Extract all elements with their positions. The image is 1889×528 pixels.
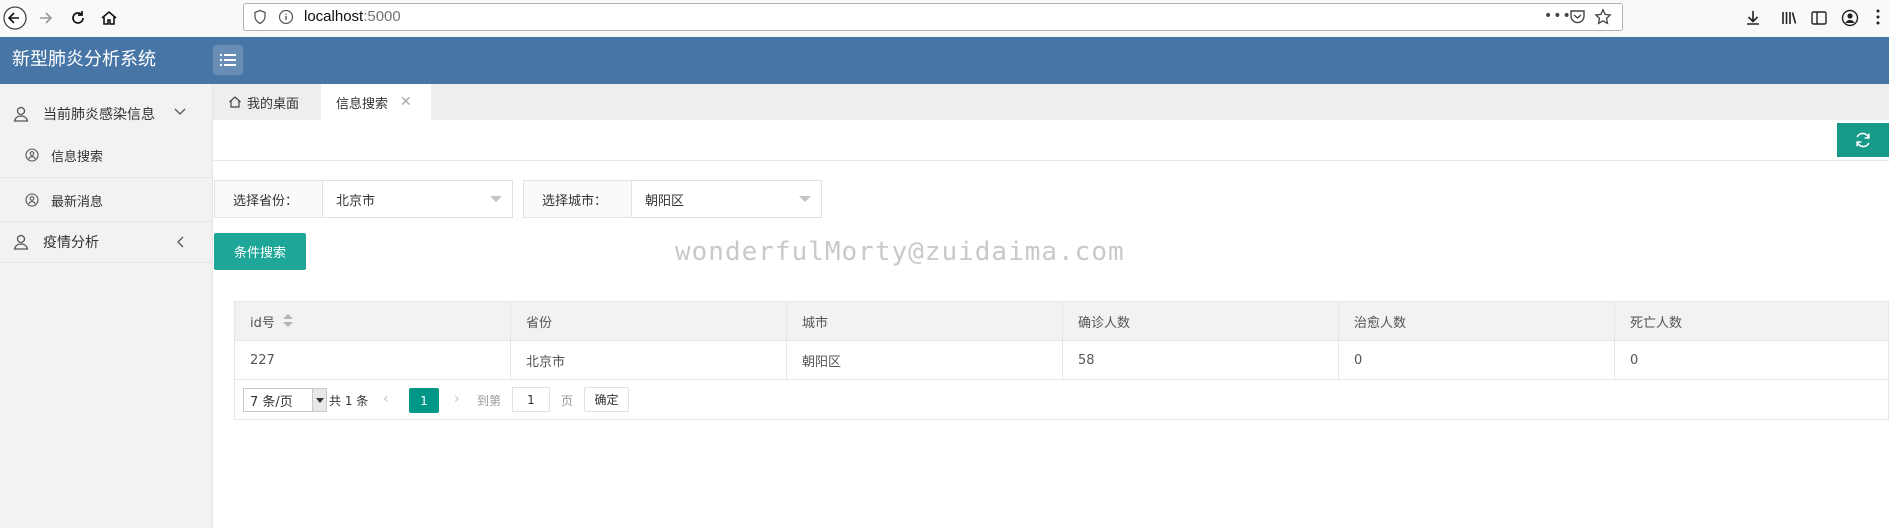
sidebar-item-info-search[interactable]: 信息搜索	[0, 137, 213, 173]
home-icon	[228, 95, 242, 109]
site-info-icon[interactable]	[278, 9, 294, 25]
sort-icon[interactable]	[282, 314, 293, 328]
app-title: 新型肺炎分析系统	[12, 49, 156, 70]
sidebar-item-label: 信息搜索	[51, 149, 104, 165]
divider	[213, 160, 1889, 161]
province-select[interactable]: 北京市	[323, 181, 512, 217]
province-label: 选择省份：	[215, 181, 323, 217]
app-header	[0, 37, 1889, 84]
chevron-down-icon	[799, 196, 811, 202]
sidebar-toggle-icon[interactable]	[1810, 9, 1828, 27]
downloads-icon[interactable]	[1744, 9, 1762, 27]
table-cell: 0	[1339, 341, 1615, 379]
province-value: 北京市	[336, 193, 376, 209]
account-icon[interactable]	[1841, 9, 1859, 27]
city-label: 选择城市：	[524, 181, 632, 217]
user-circle-icon	[25, 148, 39, 162]
home-icon[interactable]	[94, 3, 124, 33]
tab-info-search[interactable]: 信息搜索 ✕	[321, 84, 431, 120]
url-bar[interactable]: localhost:5000 •••	[243, 3, 1623, 31]
table-cell: 58	[1063, 341, 1339, 379]
condition-search-button[interactable]: 条件搜索	[214, 233, 306, 270]
tab-bar	[213, 84, 1889, 120]
page-size-value: 7 条/页	[250, 394, 293, 410]
sidebar-item-label: 最新消息	[51, 194, 104, 210]
column-header-province: 省份	[511, 302, 787, 340]
close-icon[interactable]: ✕	[400, 94, 412, 110]
column-header-city: 城市	[787, 302, 1063, 340]
chevron-down-icon	[490, 196, 502, 202]
column-header-confirmed: 确诊人数	[1063, 302, 1339, 340]
pocket-icon[interactable]	[1569, 9, 1586, 25]
tab-label: 信息搜索	[336, 96, 389, 112]
library-icon[interactable]	[1780, 9, 1798, 27]
chevron-down-icon	[312, 389, 326, 411]
user-icon	[12, 105, 30, 123]
page-label: 页	[561, 394, 574, 408]
tracking-protection-icon[interactable]	[252, 9, 268, 25]
sidebar-group-epidemic-analysis[interactable]: 疫情分析	[0, 224, 213, 260]
city-filter: 选择城市： 朝阳区	[523, 180, 822, 218]
table-header: id号 省份 城市 确诊人数 治愈人数 死亡人数	[235, 302, 1888, 341]
table-cell: 北京市	[511, 341, 787, 379]
table-cell: 朝阳区	[787, 341, 1063, 379]
page-size-select[interactable]: 7 条/页	[243, 388, 327, 412]
watermark: wonderfulMorty@zuidaima.com	[675, 237, 1125, 267]
data-table: id号 省份 城市 确诊人数 治愈人数 死亡人数 227 北京市 朝阳区 58 …	[234, 301, 1889, 420]
prev-page-icon[interactable]: ‹	[383, 391, 389, 407]
user-circle-icon	[25, 193, 39, 207]
tab-my-desktop[interactable]: 我的桌面	[214, 84, 320, 120]
refresh-button[interactable]	[1837, 123, 1889, 157]
city-select[interactable]: 朝阳区	[632, 181, 821, 217]
total-count: 共 1 条	[329, 394, 369, 408]
table-cell: 227	[235, 341, 511, 379]
chevron-left-icon	[176, 236, 184, 248]
sidebar-group-label: 疫情分析	[43, 235, 99, 251]
user-icon	[12, 233, 30, 251]
current-page[interactable]: 1	[409, 388, 439, 413]
sidebar-group-infection-info[interactable]: 当前肺炎感染信息	[0, 96, 213, 132]
chevron-down-icon	[174, 108, 186, 116]
province-filter: 选择省份： 北京市	[214, 180, 513, 218]
divider	[0, 221, 213, 222]
pagination: 7 条/页 共 1 条 ‹ 1 › 到第 1 页 确定	[235, 380, 1888, 420]
divider	[0, 177, 213, 178]
city-value: 朝阳区	[645, 193, 685, 209]
back-icon[interactable]	[0, 3, 30, 33]
page-actions-icon[interactable]: •••	[1544, 8, 1572, 24]
forward-icon[interactable]	[31, 3, 61, 33]
menu-toggle-button[interactable]	[213, 45, 243, 75]
next-page-icon[interactable]: ›	[454, 391, 460, 407]
list-icon	[220, 54, 236, 66]
goto-label: 到第	[477, 394, 502, 408]
tab-label: 我的桌面	[247, 96, 300, 112]
column-header-id[interactable]: id号	[235, 302, 511, 340]
bookmark-star-icon[interactable]	[1594, 8, 1612, 26]
refresh-icon	[1856, 132, 1870, 148]
reload-icon[interactable]	[63, 3, 93, 33]
confirm-button[interactable]: 确定	[584, 387, 629, 412]
menu-overflow-icon[interactable]	[1876, 8, 1880, 25]
column-header-cured: 治愈人数	[1339, 302, 1615, 340]
table-cell: 0	[1630, 352, 1639, 368]
column-header-deaths: 死亡人数	[1630, 315, 1683, 331]
url-text: localhost:5000	[304, 8, 401, 25]
sidebar-item-latest-news[interactable]: 最新消息	[0, 182, 213, 218]
table-row[interactable]: 227 北京市 朝阳区 58 0 0	[235, 341, 1888, 380]
sidebar-group-label: 当前肺炎感染信息	[43, 107, 155, 123]
goto-page-input[interactable]: 1	[512, 387, 550, 412]
divider	[0, 262, 213, 263]
